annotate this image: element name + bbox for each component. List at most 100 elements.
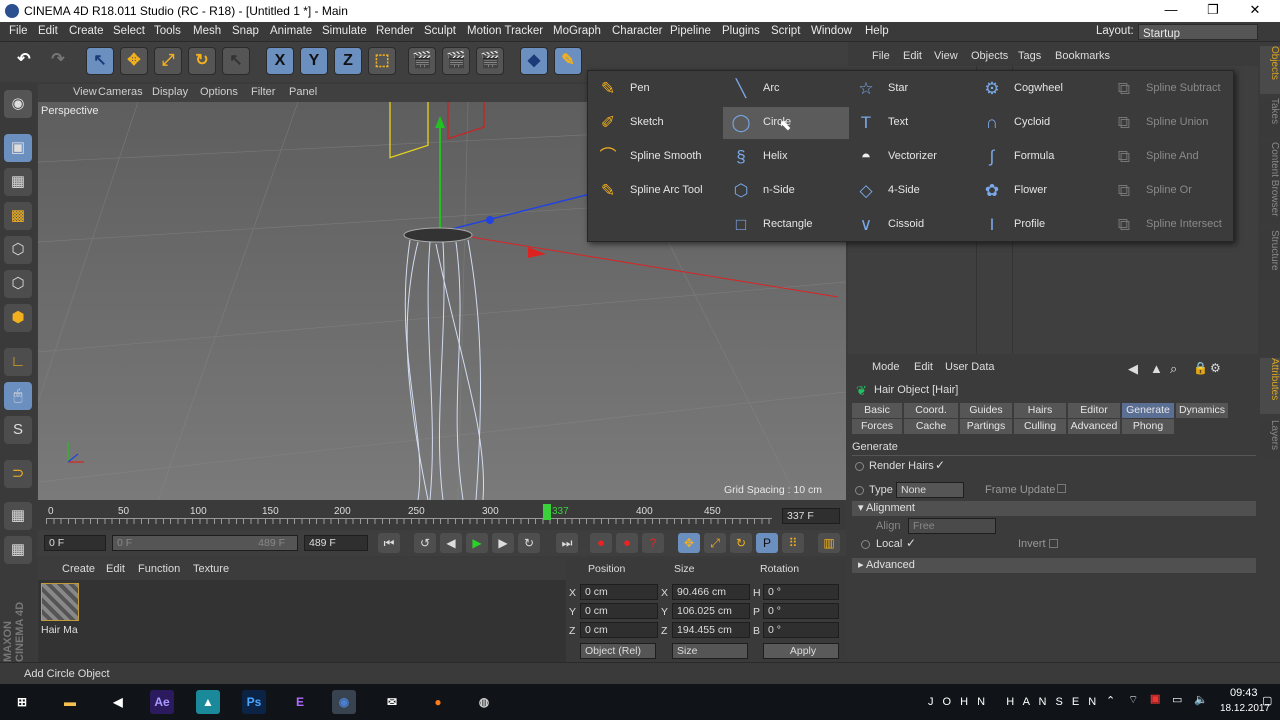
spline-item-flower[interactable]: ✿ Flower (974, 175, 1100, 207)
om-menu-edit[interactable]: Edit (903, 50, 922, 62)
spline-item-cycloid[interactable]: ∩ Cycloid (974, 107, 1100, 139)
windows-start-icon[interactable]: ⊞ (10, 690, 34, 714)
record-icon[interactable]: ⏺ (590, 533, 612, 553)
side-tab-structure[interactable]: Structure (1260, 230, 1280, 280)
frame-update-checkbox[interactable] (1057, 484, 1066, 493)
workplane-grid-icon[interactable]: ▦ (4, 502, 32, 530)
rotate-icon[interactable]: ↻ (188, 47, 216, 75)
hair-material-thumbnail[interactable] (41, 583, 79, 621)
lock-workplane-icon[interactable]: ▦ (4, 536, 32, 564)
model-mode-icon[interactable]: ▣ (4, 134, 32, 162)
up-arrow-icon[interactable]: ▲ (1150, 361, 1163, 376)
spline-item-arc[interactable]: ╲ Arc (723, 73, 849, 105)
tab-cache[interactable]: Cache (904, 419, 958, 434)
cube-icon[interactable]: ◆ (520, 47, 548, 75)
tab-advanced[interactable]: Advanced (1068, 419, 1120, 434)
size-x-field[interactable]: 90.466 cm (672, 584, 750, 600)
side-tab-takes[interactable]: Takes (1260, 98, 1280, 138)
spline-item-sketch[interactable]: ✐ Sketch (590, 107, 716, 139)
search-icon[interactable]: ⌕ (1170, 361, 1177, 377)
position-y-field[interactable]: 0 cm (580, 603, 658, 619)
menu-sculpt[interactable]: Sculpt (424, 25, 456, 37)
next-key-icon[interactable]: ↻ (518, 533, 540, 553)
menu-motion-tracker[interactable]: Motion Tracker (467, 25, 543, 37)
render-view-icon[interactable]: 🎬 (408, 47, 436, 75)
spline-item-rectangle[interactable]: □ Rectangle (723, 209, 849, 241)
size-y-field[interactable]: 106.025 cm (672, 603, 750, 619)
menu-script[interactable]: Script (771, 25, 800, 37)
redo-icon[interactable]: ↷ (44, 47, 72, 75)
workplane-icon[interactable]: ▩ (4, 202, 32, 230)
tab-hairs[interactable]: Hairs (1014, 403, 1066, 418)
viewport-menu-display[interactable]: Display (152, 86, 188, 98)
spline-item-n-side[interactable]: ⬡ n-Side (723, 175, 849, 207)
spline-item-cogwheel[interactable]: ⚙ Cogwheel (974, 73, 1100, 105)
file-explorer-icon[interactable]: ▬ (58, 690, 82, 714)
side-tab-attributes[interactable]: Attributes (1260, 358, 1280, 414)
app-icon[interactable]: ▲ (196, 690, 220, 714)
menu-pipeline[interactable]: Pipeline (670, 25, 711, 37)
timeline[interactable]: 0 50 100 150 200 250 300 400 450 337 337… (38, 500, 846, 530)
spline-item-profile[interactable]: I Profile (974, 209, 1100, 241)
alignment-section[interactable]: ▾ Alignment (852, 501, 1256, 516)
photoshop-icon[interactable]: Ps (242, 690, 266, 714)
minimize-button[interactable]: — (1156, 2, 1186, 17)
scale-icon[interactable]: ⤢ (154, 47, 182, 75)
key-pla-icon[interactable]: ⠿ (782, 533, 804, 553)
rotation-p-field[interactable]: 0 ° (763, 603, 839, 619)
material-menu-create[interactable]: Create (62, 563, 95, 575)
tab-editor[interactable]: Editor (1068, 403, 1120, 418)
element-3d-icon[interactable]: E (288, 690, 312, 714)
tab-coord[interactable]: Coord. (904, 403, 958, 418)
menu-snap[interactable]: Snap (232, 25, 259, 37)
menu-tools[interactable]: Tools (154, 25, 181, 37)
tab-dynamics[interactable]: Dynamics (1176, 403, 1228, 418)
side-tab-objects[interactable]: Objects (1260, 46, 1280, 94)
spline-item-pen[interactable]: ✎ Pen (590, 73, 716, 105)
spline-item-formula[interactable]: ∫ Formula (974, 141, 1100, 173)
spline-item-helix[interactable]: § Helix (723, 141, 849, 173)
texture-mode-icon[interactable]: ▦ (4, 168, 32, 196)
maximize-button[interactable]: ❐ (1198, 2, 1228, 18)
render-settings-icon[interactable]: 🎬 (476, 47, 504, 75)
spline-item-cissoid[interactable]: ∨ Cissoid (848, 209, 974, 241)
start-frame-field[interactable]: 0 F (44, 535, 106, 551)
wifi-icon[interactable]: ⌔ (1128, 693, 1138, 707)
tab-generate[interactable]: Generate (1122, 403, 1174, 418)
viewport-menu-panel[interactable]: Panel (289, 86, 317, 98)
rotation-b-field[interactable]: 0 ° (763, 622, 839, 638)
coordinate-system-icon[interactable]: ⬚ (368, 47, 396, 75)
x-axis-button[interactable]: X (266, 47, 294, 75)
undo-icon[interactable]: ↶ (10, 47, 38, 75)
animate-radio[interactable] (855, 486, 864, 495)
security-icon[interactable]: ▣ (1150, 692, 1160, 705)
menu-select[interactable]: Select (113, 25, 145, 37)
spline-item-text[interactable]: T Text (848, 107, 974, 139)
menu-window[interactable]: Window (811, 25, 852, 37)
spline-item-4-side[interactable]: ◇ 4-Side (848, 175, 974, 207)
render-picture-viewer-icon[interactable]: 🎬 (442, 47, 470, 75)
tab-partings[interactable]: Partings (960, 419, 1012, 434)
polygons-mode-icon[interactable]: ⬢ (4, 304, 32, 332)
recent-tool-icon[interactable]: ↖ (222, 47, 250, 75)
menu-render[interactable]: Render (376, 25, 414, 37)
visual-studio-icon[interactable]: ◀ (106, 690, 130, 714)
spline-item-star[interactable]: ☆ Star (848, 73, 974, 105)
previous-frame-icon[interactable]: ◀ (440, 533, 462, 553)
z-axis-button[interactable]: Z (334, 47, 362, 75)
menu-edit[interactable]: Edit (38, 25, 58, 37)
menu-mesh[interactable]: Mesh (193, 25, 221, 37)
advanced-section[interactable]: ▸ Advanced (852, 558, 1256, 573)
position-z-field[interactable]: 0 cm (580, 622, 658, 638)
local-checkbox[interactable]: ✓ (906, 536, 916, 550)
battery-icon[interactable]: ▭ (1172, 693, 1182, 706)
menu-plugins[interactable]: Plugins (722, 25, 760, 37)
tab-guides[interactable]: Guides (960, 403, 1012, 418)
go-to-start-icon[interactable]: ⏮ (378, 533, 400, 553)
frame-range-slider[interactable]: 0 F 489 F (112, 535, 298, 551)
animate-radio[interactable] (861, 540, 870, 549)
firefox-icon[interactable]: ● (426, 690, 450, 714)
om-menu-file[interactable]: File (872, 50, 890, 62)
layout-select[interactable]: Startup (1138, 24, 1258, 40)
cinema4d-icon[interactable]: ◉ (332, 690, 356, 714)
